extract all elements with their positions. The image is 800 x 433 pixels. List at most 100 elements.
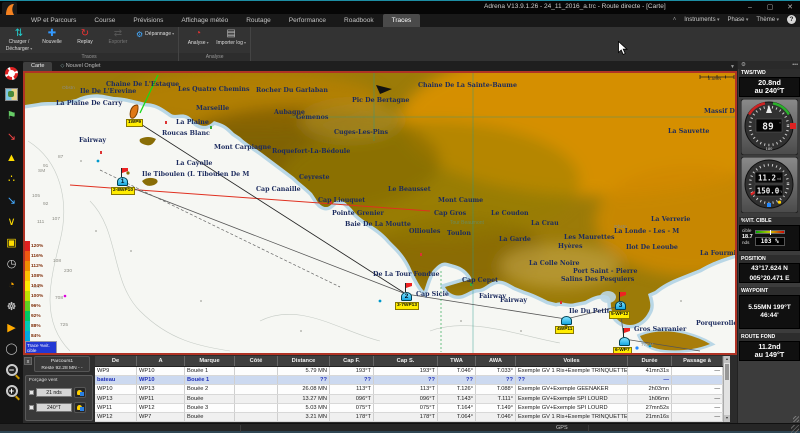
wind-speed-field[interactable]: 21 nds <box>36 388 72 397</box>
analyse-button[interactable]: ◔Analyse <box>183 28 213 47</box>
cog-sog-gauge: 11.2 nd 150.0 °t <box>741 157 798 213</box>
column-header-marque[interactable]: Marque <box>185 356 235 366</box>
route-flag-icon[interactable]: ⚑ <box>3 106 21 124</box>
ribbon-tab-wp-et-parcours[interactable]: WP et Parcours <box>22 14 85 27</box>
select-circle-icon[interactable]: ◯ <box>3 339 21 357</box>
table-cell: — <box>628 376 672 384</box>
ribbon-tab-performance[interactable]: Performance <box>280 14 335 27</box>
instruments-menu[interactable]: Instruments <box>684 17 719 23</box>
minimize-button[interactable]: – <box>742 2 758 13</box>
position-readout: 43°17.624 N 005°20.471 E <box>739 263 800 283</box>
gauge-icon[interactable]: ◔ <box>3 276 21 294</box>
ribbon-tab-roadbook[interactable]: Roadbook <box>335 14 383 27</box>
ribbon-tab-pr-visions[interactable]: Prévisions <box>124 14 172 27</box>
table-row[interactable]: WP11WP12Bouée 35.03 MN075°T075°TT.164°T.… <box>95 404 723 413</box>
buoy-icon[interactable]: ▲ <box>3 149 21 167</box>
column-header-de[interactable]: De <box>95 356 137 366</box>
button-label: Exporter <box>109 40 128 46</box>
marks-icon[interactable]: ∴ <box>3 170 21 188</box>
column-header-cap-f-[interactable]: Cap F. <box>330 356 374 366</box>
scroll-down-icon[interactable]: ▼ <box>724 415 730 422</box>
tab-overflow-icon[interactable]: ▼ <box>730 64 735 70</box>
status-bar: GPS <box>0 423 800 433</box>
svg-text:150.0: 150.0 <box>757 187 780 196</box>
close-button[interactable]: ✕ <box>782 2 798 13</box>
target-speed-header: %VIT. CIBLE <box>739 217 800 225</box>
panel-more-icon[interactable]: ••• <box>792 61 798 69</box>
ribbon-tab-course[interactable]: Course <box>85 14 124 27</box>
phase-menu[interactable]: Phase <box>727 17 748 23</box>
ribbon-tab-routage[interactable]: Routage <box>237 14 280 27</box>
nouvelle-button[interactable]: ✚Nouvelle <box>37 28 67 46</box>
help-icon[interactable]: ? <box>787 15 796 24</box>
parcours-status-box: Parcours1 Reste 92.28 MN - - <box>34 356 90 372</box>
column-header-c-t-[interactable]: Côté <box>235 356 278 366</box>
column-header-distance[interactable]: Distance <box>278 356 330 366</box>
theme-menu[interactable]: Thème <box>756 17 779 23</box>
scroll-up-icon[interactable]: ▲ <box>724 356 730 363</box>
table-cell <box>235 367 278 375</box>
window-resize-grip[interactable] <box>791 425 799 433</box>
table-scrollbar[interactable]: ▲ ▼ <box>723 356 730 422</box>
importer-log-button[interactable]: ▤Importer log <box>216 28 246 47</box>
panel-settings-icon[interactable]: ⚙ <box>741 61 746 69</box>
table-row[interactable]: WP13WP11Bouée13.27 MN096°T096°TT.143°T.1… <box>95 395 723 404</box>
laylines-icon[interactable]: ∨ <box>3 212 21 230</box>
column-header-awa[interactable]: AWA <box>476 356 516 366</box>
wind-dir-checkbox[interactable] <box>29 405 34 410</box>
table-cell: T.149° <box>476 404 516 412</box>
ribbon-tab-affichage-m-t-o[interactable]: Affichage météo <box>172 14 237 27</box>
current-arrow-icon[interactable]: ↘ <box>3 191 21 209</box>
wheel-icon[interactable]: ☸ <box>3 297 21 315</box>
button-label: Analyse <box>188 40 209 47</box>
target-speed-readout: cible 18.7 nds 103 % <box>739 225 800 251</box>
column-header-a[interactable]: A <box>137 356 185 366</box>
wind-speed-options-button[interactable] <box>74 387 86 398</box>
ribbon-tab-traces[interactable]: Traces <box>383 14 421 27</box>
tab-carte[interactable]: Carte <box>23 62 52 71</box>
scroll-thumb[interactable] <box>725 364 729 380</box>
table-row[interactable]: bateauWP10Bouée 1????????????— <box>95 376 723 385</box>
d-pannage-button[interactable]: ⚙Dépannage <box>136 30 174 39</box>
zoom-in-icon[interactable]: + <box>3 382 21 400</box>
nautical-chart[interactable]: Chaine De L'EstaqueLes Quatre CheminsRoc… <box>23 71 737 355</box>
column-header-twa[interactable]: TWA <box>438 356 476 366</box>
table-cell: T.126° <box>438 385 476 393</box>
table-header-row: DeAMarqueCôtéDistanceCap F.Cap S.TWAAWAV… <box>95 356 723 367</box>
wind-dir-options-button[interactable] <box>74 402 86 413</box>
compass-icon[interactable]: ◷ <box>3 255 21 273</box>
column-header-dur-e[interactable]: Durée <box>628 356 672 366</box>
panel-resize-grip[interactable] <box>793 416 799 422</box>
mob-icon[interactable] <box>3 64 21 82</box>
table-cell: Exemple GV 1 Ris+Exemple TRINQUETTE <box>516 413 628 421</box>
column-header-passage-[interactable]: Passage à <box>672 356 723 366</box>
collapse-ribbon-icon[interactable]: ˄ <box>673 17 677 23</box>
table-cell: 075°T <box>374 404 438 412</box>
charger-d-charger-button[interactable]: ⇅Charger / Décharger <box>4 28 34 52</box>
chart-select-icon[interactable] <box>3 85 21 103</box>
maximize-button[interactable]: ▢ <box>762 2 778 13</box>
table-cell: 13.27 MN <box>278 395 330 403</box>
table-cell: 5.03 MN <box>278 404 330 412</box>
notes-icon[interactable]: ▣ <box>3 234 21 252</box>
titlebar: Adrena V13.9.1.26 - 24_11_2016_a.trc - R… <box>0 1 800 14</box>
column-header-voiles[interactable]: Voiles <box>516 356 628 366</box>
bearing-line-icon[interactable]: ↘ <box>3 128 21 146</box>
table-row[interactable]: WP12WP7Bouée3.21 MN178°T178°TT.064°T.046… <box>95 413 723 422</box>
column-header-cap-s-[interactable]: Cap S. <box>374 356 438 366</box>
table-row[interactable]: WP9WP10Bouée 15.79 MN193°T193°TT.046°T.0… <box>95 367 723 376</box>
replay-button[interactable]: ↻Replay <box>70 28 100 46</box>
waypoint-readout: 5.55MN 199°T 46:44' <box>739 295 800 329</box>
tab-new[interactable]: Nouvel Onglet <box>52 62 108 71</box>
table-cell: Bouée 1 <box>185 376 235 384</box>
zoom-out-icon[interactable]: − <box>3 361 21 379</box>
waypoint-header: WAYPOINT <box>739 287 800 295</box>
wind-dir-field[interactable]: 240°T <box>36 403 72 412</box>
table-row[interactable]: WP10WP13Bouée 226.08 MN113°T113°TT.126°T… <box>95 385 723 394</box>
wind-speed-checkbox[interactable] <box>29 390 34 395</box>
wind-angle-gauge: 89 ° 180 <box>741 99 798 155</box>
exporter-button[interactable]: ⇄Exporter <box>103 28 133 46</box>
table-cell: 41mn31s <box>628 367 672 375</box>
heading-icon[interactable]: ▶ <box>3 318 21 336</box>
close-parcours-icon[interactable]: x <box>24 357 32 365</box>
